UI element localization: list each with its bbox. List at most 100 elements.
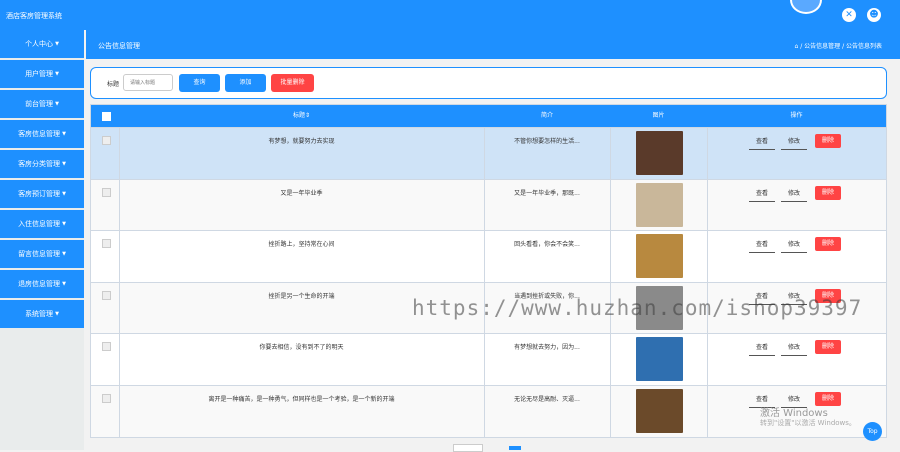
view-button[interactable]: 查看 bbox=[749, 187, 775, 202]
sidebar-item-check-in[interactable]: 入住信息管理 ▼ bbox=[0, 210, 84, 238]
pagination-input[interactable] bbox=[453, 444, 483, 452]
delete-button[interactable]: 删除 bbox=[815, 185, 841, 200]
sidebar-item-front-desk[interactable]: 前台管理 ▼ bbox=[0, 90, 84, 118]
column-divider bbox=[707, 385, 708, 437]
edit-button[interactable]: 修改 bbox=[781, 238, 807, 253]
row-title: 离开是一种痛苦，是一种勇气，但同样也是一个考验，是一个新的开端 bbox=[208, 395, 395, 403]
select-all-checkbox[interactable] bbox=[102, 112, 111, 121]
sidebar-item-personal-center[interactable]: 个人中心 ▼ bbox=[0, 30, 84, 58]
app-title: 酒店客房管理系统 bbox=[6, 12, 62, 20]
row-image bbox=[636, 388, 683, 433]
sidebar-item-system[interactable]: 系统管理 ▼ bbox=[0, 300, 84, 328]
delete-button[interactable]: 删除 bbox=[815, 134, 841, 148]
sidebar-item-messages[interactable]: 留言信息管理 ▼ bbox=[0, 240, 84, 268]
search-panel: 标题 查询 添加 批量删除 bbox=[90, 67, 887, 99]
delete-button[interactable]: 删除 bbox=[815, 237, 841, 251]
title-search-input[interactable] bbox=[123, 74, 173, 91]
top-bar: 酒店客房管理系统 ✕ ☻ bbox=[0, 0, 900, 30]
row-checkbox[interactable] bbox=[102, 290, 111, 300]
user-icon[interactable]: ☻ bbox=[867, 8, 881, 22]
sidebar-item-user-management[interactable]: 用户管理 ▼ bbox=[0, 60, 84, 88]
back-to-top-button[interactable]: Top bbox=[863, 422, 882, 441]
row-checkbox[interactable] bbox=[102, 136, 111, 145]
column-divider bbox=[610, 334, 611, 386]
row-checkbox[interactable] bbox=[102, 342, 111, 351]
sidebar-item-label: 个人中心 bbox=[25, 40, 54, 48]
sidebar-item-label: 用户管理 bbox=[25, 70, 54, 78]
table-row[interactable]: 有梦想，就要努力去实现 不管你想要怎样的生活... 查看 修改 删除 bbox=[91, 127, 886, 180]
caret-down-icon: ▼ bbox=[62, 221, 66, 227]
row-title: 有梦想，就要努力去实现 bbox=[268, 138, 335, 145]
sidebar-item-room-category[interactable]: 客房分类管理 ▼ bbox=[0, 150, 84, 178]
row-image bbox=[636, 131, 683, 175]
sidebar-item-check-out[interactable]: 退房信息管理 ▼ bbox=[0, 270, 84, 298]
table-header: 标题⇕ 简介 图片 操作 bbox=[91, 105, 886, 127]
row-image bbox=[636, 337, 683, 381]
row-checkbox[interactable] bbox=[102, 393, 111, 403]
page-header: 公告信息管理 ⌂ / 公告信息管理 / 公告信息列表 bbox=[86, 30, 900, 59]
view-button[interactable]: 查看 bbox=[749, 135, 775, 150]
breadcrumb[interactable]: ⌂ / 公告信息管理 / 公告信息列表 bbox=[795, 41, 882, 50]
delete-button[interactable]: 删除 bbox=[815, 340, 841, 354]
sidebar-item-room-booking[interactable]: 客房预订管理 ▼ bbox=[0, 180, 84, 208]
edit-button[interactable]: 修改 bbox=[781, 187, 807, 202]
close-x-icon[interactable]: ✕ bbox=[842, 8, 856, 22]
caret-down-icon: ▼ bbox=[55, 71, 59, 77]
sidebar-item-label: 客房分类管理 bbox=[18, 160, 61, 168]
row-checkbox[interactable] bbox=[102, 239, 111, 248]
caret-down-icon: ▼ bbox=[62, 131, 66, 137]
caret-down-icon: ▼ bbox=[55, 101, 59, 107]
column-header-image: 图片 bbox=[652, 112, 665, 119]
sidebar: 个人中心 ▼ 用户管理 ▼ 前台管理 ▼ 客房信息管理 ▼ 客房分类管理 ▼ 客房预订管理… bbox=[0, 30, 84, 450]
row-title: 你要去相信，没有到不了的明天 bbox=[259, 344, 344, 351]
row-checkbox[interactable] bbox=[102, 187, 111, 197]
column-divider bbox=[610, 385, 611, 437]
caret-down-icon: ▼ bbox=[62, 161, 66, 167]
windows-activation-title: 激活 Windows bbox=[760, 408, 828, 419]
row-image bbox=[636, 234, 683, 278]
caret-down-icon: ▼ bbox=[62, 251, 66, 257]
column-divider bbox=[610, 128, 611, 180]
query-button[interactable]: 查询 bbox=[179, 74, 220, 92]
avatar[interactable] bbox=[790, 0, 822, 14]
sidebar-item-label: 系统管理 bbox=[25, 310, 54, 318]
edit-button[interactable]: 修改 bbox=[781, 341, 807, 356]
row-summary: 有梦想就去努力，因为... bbox=[514, 344, 580, 351]
sidebar-item-label: 退房信息管理 bbox=[18, 280, 61, 288]
row-summary: 回头看看，你会不会笑... bbox=[514, 241, 580, 248]
sidebar-item-label: 前台管理 bbox=[25, 100, 54, 108]
add-button[interactable]: 添加 bbox=[225, 74, 266, 92]
row-summary: 不管你想要怎样的生活... bbox=[514, 138, 580, 145]
search-label: 标题 bbox=[107, 81, 120, 88]
row-image bbox=[636, 182, 683, 227]
sidebar-item-label: 客房预订管理 bbox=[18, 190, 61, 198]
batch-delete-button[interactable]: 批量删除 bbox=[271, 74, 314, 92]
table-row[interactable]: 挫折路上，坚持常在心间 回头看看，你会不会笑... 查看 修改 删除 bbox=[91, 230, 886, 283]
column-divider bbox=[707, 128, 708, 180]
sidebar-item-room-info[interactable]: 客房信息管理 ▼ bbox=[0, 120, 84, 148]
edit-button[interactable]: 修改 bbox=[781, 135, 807, 150]
view-button[interactable]: 查看 bbox=[749, 238, 775, 253]
caret-down-icon: ▼ bbox=[62, 281, 66, 287]
page-title: 公告信息管理 bbox=[98, 42, 140, 50]
table-row[interactable]: 你要去相信，没有到不了的明天 有梦想就去努力，因为... 查看 修改 删除 bbox=[91, 333, 886, 386]
sidebar-item-label: 入住信息管理 bbox=[18, 220, 61, 228]
row-title: 挫折路上，坚持常在心间 bbox=[268, 241, 335, 248]
sidebar-item-label: 客房信息管理 bbox=[18, 130, 61, 138]
column-header-summary: 简介 bbox=[540, 112, 553, 119]
pagination-current-page[interactable] bbox=[509, 446, 521, 450]
column-divider bbox=[707, 231, 708, 283]
caret-down-icon: ▼ bbox=[62, 191, 66, 197]
view-button[interactable]: 查看 bbox=[749, 341, 775, 356]
column-header-actions: 操作 bbox=[790, 112, 803, 119]
watermark-text: https://www.huzhan.com/ishop39397 bbox=[412, 296, 863, 320]
caret-down-icon: ▼ bbox=[55, 311, 59, 317]
table-row[interactable]: 又是一年毕业季 又是一年毕业季，那既... 查看 修改 删除 bbox=[91, 178, 886, 231]
column-divider bbox=[610, 231, 611, 283]
row-title: 又是一年毕业季 bbox=[280, 189, 323, 197]
row-summary: 无论无尽是高耐、灭逼... bbox=[514, 395, 580, 403]
caret-down-icon: ▼ bbox=[55, 41, 59, 47]
column-header-title[interactable]: 标题⇕ bbox=[119, 105, 484, 127]
sidebar-item-label: 留言信息管理 bbox=[18, 250, 61, 258]
column-divider bbox=[610, 179, 611, 231]
